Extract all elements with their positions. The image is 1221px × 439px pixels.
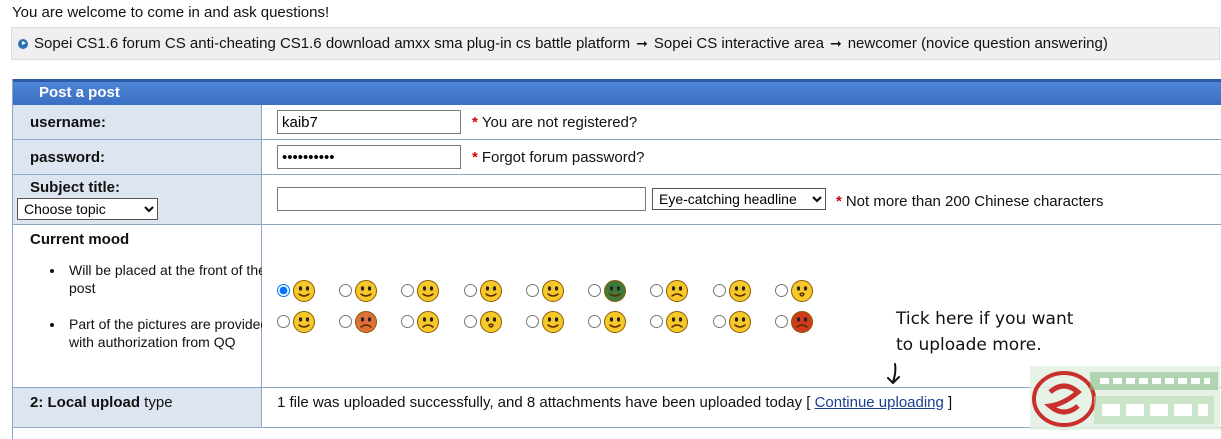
welcome-text: You are welcome to come in and ask quest…	[12, 4, 330, 21]
sweat-emoticon-icon	[293, 310, 315, 333]
mood-option[interactable]	[401, 310, 463, 334]
arrow-right-icon: ➞	[636, 35, 648, 51]
mood-radio[interactable]	[277, 284, 290, 297]
breadcrumb-item-area[interactable]: Sopei CS interactive area	[654, 35, 824, 52]
angry-emoticon-icon	[355, 310, 378, 333]
list-item: Part of the pictures are provided with a…	[65, 315, 275, 351]
upload-status: 1 file was uploaded successfully, and 8 …	[277, 394, 953, 411]
mood-radio[interactable]	[774, 284, 788, 297]
mood-label: Current mood	[30, 231, 130, 248]
username-row: username: *You are not registered?	[13, 105, 1221, 140]
hammer-emoticon-icon	[728, 310, 751, 333]
mood-radio[interactable]	[650, 315, 664, 328]
subject-row: Subject title: Choose topic Eye-catching…	[13, 175, 1221, 225]
mood-option[interactable]	[774, 310, 837, 334]
mad-emoticon-icon	[790, 310, 813, 333]
smile-emoticon-icon	[293, 279, 315, 302]
mood-radio[interactable]	[774, 315, 788, 328]
tears-emoticon-icon	[417, 310, 440, 333]
upload-label: 2: Local upload type	[30, 394, 173, 411]
mood-option[interactable]	[401, 279, 463, 303]
required-mark: *	[472, 114, 478, 131]
mood-radio[interactable]	[339, 284, 353, 297]
mood-option[interactable]	[525, 310, 588, 334]
army-emoticon-icon	[604, 279, 627, 302]
topic-select[interactable]: Choose topic	[17, 198, 158, 220]
mood-line	[277, 306, 837, 337]
list-item: Will be placed at the front of the post	[65, 261, 275, 297]
cry-emoticon-icon	[666, 279, 689, 302]
username-note: * You are not registered?	[472, 114, 638, 131]
shock-emoticon-icon	[790, 279, 813, 302]
sad-emoticon-icon	[666, 310, 689, 333]
handwritten-annotation: Tick here if you want to uploade more.	[896, 309, 1074, 355]
mood-radio[interactable]	[712, 315, 726, 328]
site-watermark-logo	[1030, 366, 1220, 430]
form-header: Post a post	[13, 79, 1221, 105]
mood-option[interactable]	[588, 310, 650, 334]
required-mark: *	[836, 193, 842, 210]
password-row: password: * Forgot forum password?	[13, 140, 1221, 175]
mood-option[interactable]	[525, 279, 588, 303]
subject-note: * Not more than 200 Chinese characters	[836, 193, 1104, 210]
username-input[interactable]	[277, 110, 461, 134]
love-emoticon-icon	[479, 279, 502, 302]
mood-line	[277, 275, 837, 306]
eyes-emoticon-icon	[604, 310, 627, 333]
password-label: password:	[30, 149, 106, 166]
headline-select[interactable]: Eye-catching headline	[652, 188, 826, 210]
password-input[interactable]	[277, 145, 461, 169]
mood-radio[interactable]	[339, 315, 353, 328]
mood-option[interactable]	[463, 279, 526, 303]
password-note: * Forgot forum password?	[472, 149, 645, 166]
mood-radio[interactable]	[401, 315, 415, 328]
handwritten-arrow-icon	[887, 363, 900, 385]
mood-option[interactable]	[712, 310, 775, 334]
mood-radio[interactable]	[463, 284, 477, 297]
breadcrumb: Sopei CS1.6 forum CS anti-cheating CS1.6…	[11, 27, 1220, 60]
mood-info-list: Will be placed at the front of the post …	[49, 261, 275, 369]
mood-option[interactable]	[774, 279, 837, 303]
mood-option[interactable]	[277, 279, 339, 303]
mood-option[interactable]	[339, 310, 401, 334]
mood-option[interactable]	[463, 310, 526, 334]
breadcrumb-item-newcomer[interactable]: newcomer (novice question answering)	[848, 35, 1108, 52]
subject-label: Subject title:	[30, 179, 121, 196]
mood-option[interactable]	[650, 310, 712, 334]
mood-radio[interactable]	[588, 315, 602, 328]
wink-emoticon-icon	[541, 279, 564, 302]
required-mark: *	[472, 149, 478, 166]
mood-option[interactable]	[650, 279, 712, 303]
breadcrumb-item-forum[interactable]: Sopei CS1.6 forum CS anti-cheating CS1.6…	[34, 35, 630, 52]
mood-option[interactable]	[277, 310, 339, 334]
username-label: username:	[30, 114, 106, 131]
mood-radio[interactable]	[588, 284, 602, 297]
cool-emoticon-icon	[728, 279, 751, 302]
mood-radio[interactable]	[712, 284, 726, 297]
mood-radio[interactable]	[401, 284, 415, 297]
mood-radio[interactable]	[525, 284, 539, 297]
mood-option[interactable]	[712, 279, 775, 303]
tongue-emoticon-icon	[541, 310, 564, 333]
happy-emoticon-icon	[417, 279, 440, 302]
subject-input[interactable]	[277, 187, 646, 211]
mood-option[interactable]	[588, 279, 650, 303]
grin-emoticon-icon	[355, 279, 378, 302]
mood-radio[interactable]	[463, 315, 477, 328]
mood-grid	[277, 275, 837, 337]
continue-uploading-link[interactable]: Continue uploading	[815, 394, 944, 411]
mood-radio[interactable]	[525, 315, 539, 328]
arrow-right-icon: ➞	[829, 35, 842, 51]
mood-radio[interactable]	[650, 284, 664, 297]
mood-option[interactable]	[339, 279, 401, 303]
circle-arrow-icon	[18, 38, 28, 49]
mood-radio[interactable]	[277, 315, 290, 328]
scream-emoticon-icon	[479, 310, 502, 333]
